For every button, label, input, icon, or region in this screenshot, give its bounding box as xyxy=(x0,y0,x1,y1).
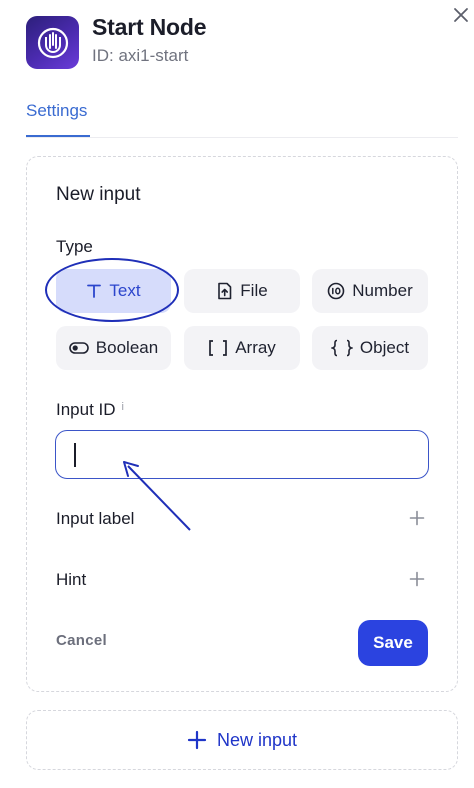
save-button[interactable]: Save xyxy=(358,620,428,666)
number-icon xyxy=(327,282,345,300)
type-chip-boolean-label: Boolean xyxy=(95,338,159,357)
add-hint-button[interactable] xyxy=(406,568,428,590)
add-input-label-button[interactable] xyxy=(406,507,428,529)
node-id: ID: axi1-start xyxy=(92,46,189,65)
type-chip-number-label: Number xyxy=(352,281,413,300)
type-chip-text[interactable]: Text xyxy=(56,269,171,313)
toggle-icon xyxy=(68,341,89,355)
new-input-button-label: New input xyxy=(216,729,298,750)
close-icon xyxy=(454,8,468,22)
braces-icon xyxy=(330,339,353,357)
text-caret xyxy=(74,443,76,467)
hint-label: Hint xyxy=(56,570,87,589)
type-label: Type xyxy=(56,237,93,256)
type-chip-file-label: File xyxy=(240,281,268,300)
type-chip-object-label: Object xyxy=(359,338,410,357)
cancel-button[interactable]: Cancel xyxy=(56,632,107,649)
plus-icon xyxy=(409,510,425,526)
brackets-icon xyxy=(208,339,228,357)
file-upload-icon xyxy=(216,282,233,300)
type-chip-object[interactable]: Object xyxy=(312,326,428,370)
type-chip-array-label: Array xyxy=(235,338,276,357)
text-type-icon xyxy=(86,283,102,299)
form-heading: New input xyxy=(56,184,141,205)
type-chip-number[interactable]: Number xyxy=(312,269,428,313)
input-id-field-wrapper xyxy=(55,430,429,479)
plus-icon xyxy=(187,730,207,750)
start-node-panel: Start Node ID: axi1-start Settings New i… xyxy=(0,0,474,788)
type-chip-boolean[interactable]: Boolean xyxy=(56,326,171,370)
type-chip-text-label: Text xyxy=(109,281,141,300)
input-id-label: Input ID xyxy=(56,400,116,419)
plus-icon xyxy=(409,571,425,587)
start-node-logo-icon xyxy=(26,16,79,69)
input-id-field[interactable] xyxy=(74,431,410,478)
info-icon[interactable]: i xyxy=(122,401,124,413)
tab-settings[interactable]: Settings xyxy=(26,98,87,138)
type-chip-array[interactable]: Array xyxy=(184,326,300,370)
input-id-label-row: Input ID i xyxy=(56,400,124,420)
node-title: Start Node xyxy=(92,14,207,40)
tabs-divider xyxy=(26,137,458,138)
new-input-button[interactable]: New input xyxy=(26,710,458,770)
type-chip-file[interactable]: File xyxy=(184,269,300,313)
input-label-label: Input label xyxy=(56,509,135,528)
close-button[interactable] xyxy=(450,4,472,26)
